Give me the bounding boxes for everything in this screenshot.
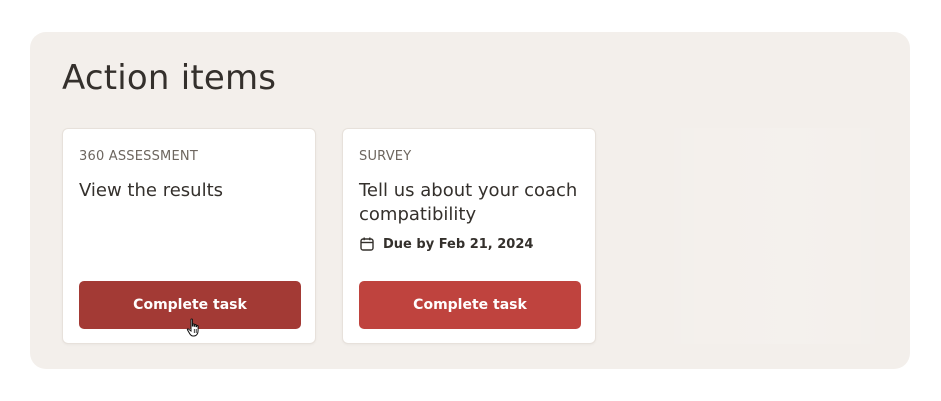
- due-date: Due by Feb 21, 2024: [359, 236, 533, 252]
- due-date-label: Due by Feb 21, 2024: [383, 236, 534, 252]
- card-type-label: SURVEY: [359, 149, 412, 164]
- card-title: View the results: [79, 180, 223, 201]
- action-card-assessment: 360 ASSESSMENT View the results Complete…: [62, 128, 316, 344]
- card-title: Tell us about your coach compatibility: [359, 180, 578, 225]
- action-card-survey: SURVEY Tell us about your coach compatib…: [342, 128, 596, 344]
- loading-placeholder: [642, 128, 896, 344]
- calendar-icon: [359, 236, 375, 252]
- action-items-panel: Action items 360 ASSESSMENT View the res…: [30, 32, 910, 369]
- panel-title: Action items: [62, 58, 277, 98]
- card-type-label: 360 ASSESSMENT: [79, 149, 198, 164]
- complete-task-button[interactable]: Complete task: [359, 281, 581, 329]
- pointer-hand-cursor: [186, 318, 202, 338]
